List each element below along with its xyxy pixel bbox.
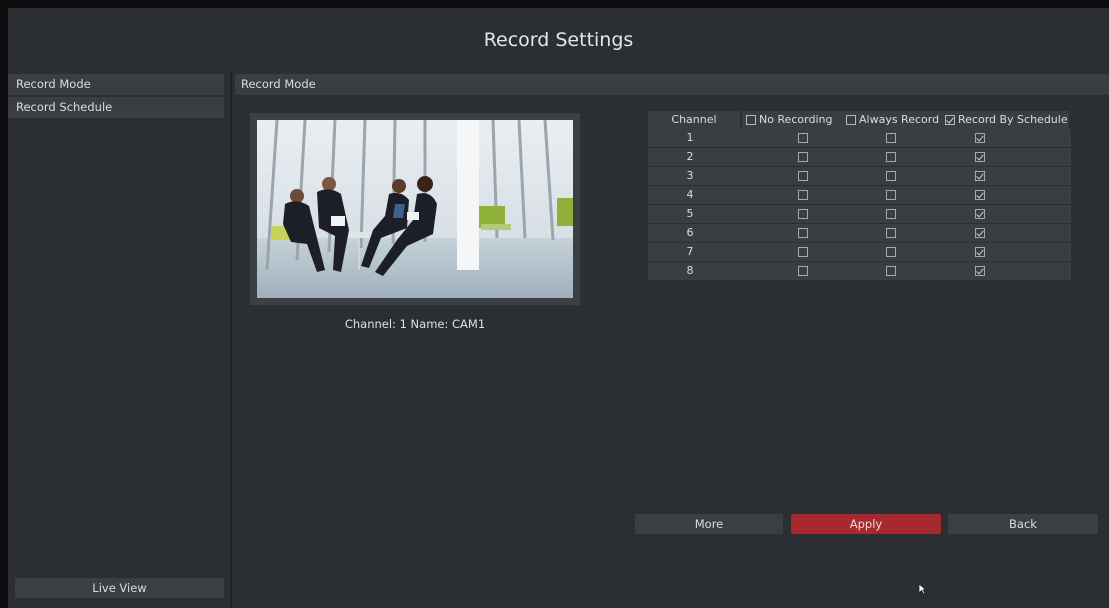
section-title: Record Mode <box>235 74 1109 95</box>
live-view-button[interactable]: Live View <box>15 578 224 598</box>
record-by-schedule-checkbox[interactable] <box>975 190 985 200</box>
header-channel: Channel <box>648 111 740 129</box>
always-record-checkbox[interactable] <box>886 247 896 257</box>
record-by-schedule-checkbox[interactable] <box>975 228 985 238</box>
preview-caption: Channel: 1 Name: CAM1 <box>344 317 486 331</box>
record-by-schedule-all-checkbox[interactable] <box>945 115 955 125</box>
apply-button[interactable]: Apply <box>791 514 941 534</box>
record-by-schedule-checkbox[interactable] <box>975 171 985 181</box>
record-settings-window: Record Settings Record Mode Record Sched… <box>8 8 1109 608</box>
more-button[interactable]: More <box>635 514 783 534</box>
sidebar: Record Mode Record Schedule Live View <box>8 72 232 608</box>
channel-number: 1 <box>686 131 694 144</box>
record-by-schedule-checkbox[interactable] <box>975 266 985 276</box>
no-recording-checkbox[interactable] <box>798 152 808 162</box>
table-body: 1 2 3 4 5 6 7 8 <box>648 129 1071 281</box>
table-row: 3 <box>648 167 1071 186</box>
always-record-checkbox[interactable] <box>886 152 896 162</box>
record-by-schedule-checkbox[interactable] <box>975 247 985 257</box>
back-button[interactable]: Back <box>948 514 1098 534</box>
table-row: 8 <box>648 262 1071 281</box>
always-record-checkbox[interactable] <box>886 171 896 181</box>
header-no-recording[interactable]: No Recording <box>742 111 844 129</box>
no-recording-checkbox[interactable] <box>798 133 808 143</box>
channel-number: 5 <box>686 207 694 220</box>
no-recording-all-checkbox[interactable] <box>746 115 756 125</box>
table-row: 7 <box>648 243 1071 262</box>
table-row: 1 <box>648 129 1071 148</box>
channel-number: 8 <box>686 264 694 277</box>
always-record-checkbox[interactable] <box>886 228 896 238</box>
always-record-checkbox[interactable] <box>886 190 896 200</box>
no-recording-checkbox[interactable] <box>798 209 808 219</box>
header-record-by-schedule-label: Record By Schedule <box>958 113 1068 126</box>
table-row: 5 <box>648 205 1071 224</box>
record-mode-table: Channel No Recording Always Record Recor… <box>648 111 1071 281</box>
mouse-cursor-icon <box>918 583 927 595</box>
always-record-checkbox[interactable] <box>886 266 896 276</box>
sidebar-item-record-schedule[interactable]: Record Schedule <box>8 97 224 118</box>
table-header: Channel No Recording Always Record Recor… <box>648 111 1071 129</box>
camera-preview <box>250 113 580 305</box>
channel-number: 2 <box>686 150 694 163</box>
no-recording-checkbox[interactable] <box>798 190 808 200</box>
page-title: Record Settings <box>8 8 1109 72</box>
no-recording-checkbox[interactable] <box>798 171 808 181</box>
office-meeting-photo <box>257 120 573 298</box>
no-recording-checkbox[interactable] <box>798 228 808 238</box>
no-recording-checkbox[interactable] <box>798 266 808 276</box>
always-record-all-checkbox[interactable] <box>846 115 856 125</box>
record-by-schedule-checkbox[interactable] <box>975 152 985 162</box>
channel-number: 4 <box>686 188 694 201</box>
table-row: 2 <box>648 148 1071 167</box>
record-by-schedule-checkbox[interactable] <box>975 133 985 143</box>
always-record-checkbox[interactable] <box>886 209 896 219</box>
no-recording-checkbox[interactable] <box>798 247 808 257</box>
channel-number: 7 <box>686 245 694 258</box>
table-row: 6 <box>648 224 1071 243</box>
header-always-record-label: Always Record <box>859 113 940 126</box>
record-by-schedule-checkbox[interactable] <box>975 209 985 219</box>
header-no-recording-label: No Recording <box>759 113 833 126</box>
sidebar-item-record-mode[interactable]: Record Mode <box>8 74 224 95</box>
channel-number: 6 <box>686 226 694 239</box>
channel-number: 3 <box>686 169 694 182</box>
header-always-record[interactable]: Always Record <box>842 111 945 129</box>
always-record-checkbox[interactable] <box>886 133 896 143</box>
table-row: 4 <box>648 186 1071 205</box>
header-record-by-schedule[interactable]: Record By Schedule <box>943 111 1069 129</box>
